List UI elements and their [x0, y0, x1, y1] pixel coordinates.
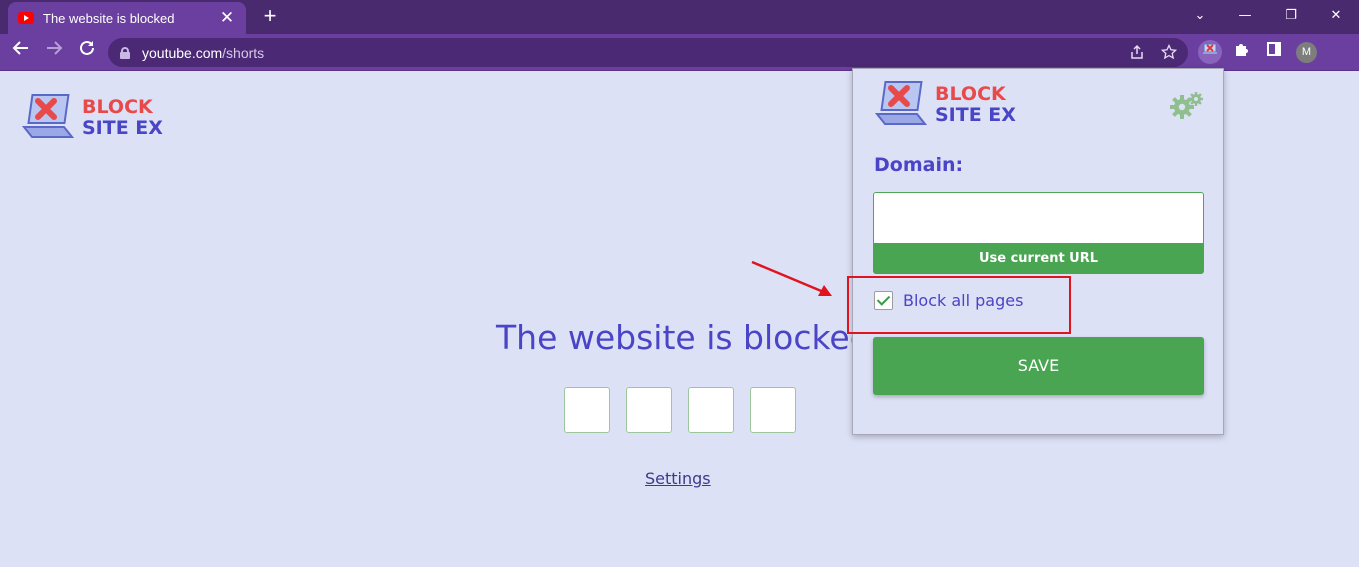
- annotation-arrow: [751, 260, 832, 296]
- extensions-puzzle-icon[interactable]: [1230, 40, 1254, 64]
- domain-label: Domain:: [874, 154, 964, 176]
- back-arrow-icon[interactable]: [8, 39, 34, 65]
- block-all-pages-option[interactable]: Block all pages: [874, 291, 1023, 310]
- tab-search-icon[interactable]: ⌄: [1188, 5, 1212, 27]
- url-path: /shorts: [222, 44, 265, 61]
- save-button[interactable]: SAVE: [873, 337, 1204, 395]
- new-tab-button[interactable]: +: [259, 5, 281, 27]
- page-logo: BLOCK SITE EX: [20, 91, 163, 145]
- pin-digit-input[interactable]: [750, 387, 796, 433]
- restore-button[interactable]: ❐: [1279, 5, 1303, 27]
- logo-block-text: BLOCK: [935, 83, 1006, 105]
- logo-site-ex-text: SITE EX: [82, 117, 163, 139]
- extension-popup: BLOCK SITE EX Domain: Use current URL Bl…: [847, 68, 1224, 435]
- bookmark-star-icon[interactable]: [1160, 43, 1178, 62]
- pin-digit-input[interactable]: [564, 387, 610, 433]
- pin-digit-input[interactable]: [626, 387, 672, 433]
- tab-title: The website is blocked: [43, 10, 175, 26]
- use-current-url-button[interactable]: Use current URL: [873, 243, 1204, 274]
- browser-toolbar: youtube.com/shorts M: [0, 34, 1359, 71]
- settings-gear-icon[interactable]: [1170, 91, 1204, 121]
- profile-avatar[interactable]: M: [1296, 42, 1317, 63]
- close-window-button[interactable]: ✕: [1324, 5, 1348, 27]
- logo-site-ex-text: SITE EX: [935, 104, 1016, 126]
- share-icon[interactable]: [1128, 44, 1146, 62]
- block-all-pages-checkbox[interactable]: [874, 291, 893, 310]
- domain-input[interactable]: [873, 192, 1204, 243]
- url-text: youtube.com/shorts: [142, 45, 264, 61]
- settings-link[interactable]: Settings: [645, 469, 711, 488]
- pin-digit-input[interactable]: [688, 387, 734, 433]
- laptop-block-logo-icon: [874, 81, 927, 125]
- tab-bar: The website is blocked ✕ + ⌄ — ❐ ✕: [0, 0, 1359, 34]
- reload-icon[interactable]: [74, 39, 100, 65]
- url-host: youtube.com: [142, 44, 223, 61]
- side-panel-icon[interactable]: [1262, 40, 1286, 64]
- browser-tab[interactable]: The website is blocked ✕: [8, 2, 246, 34]
- popup-logo: BLOCK SITE EX: [873, 78, 1016, 132]
- address-bar[interactable]: youtube.com/shorts: [108, 38, 1188, 67]
- youtube-favicon-icon: [18, 12, 34, 24]
- forward-arrow-icon[interactable]: [41, 39, 67, 65]
- block-site-extension-icon[interactable]: [1198, 40, 1222, 64]
- minimize-button[interactable]: —: [1233, 5, 1257, 27]
- logo-block-text: BLOCK: [82, 96, 153, 118]
- lock-icon: [120, 46, 130, 59]
- tab-close-icon[interactable]: ✕: [218, 9, 236, 27]
- laptop-block-logo-icon: [21, 94, 74, 138]
- block-all-pages-label[interactable]: Block all pages: [903, 291, 1023, 310]
- blocked-page-title: The website is blocked: [496, 318, 871, 357]
